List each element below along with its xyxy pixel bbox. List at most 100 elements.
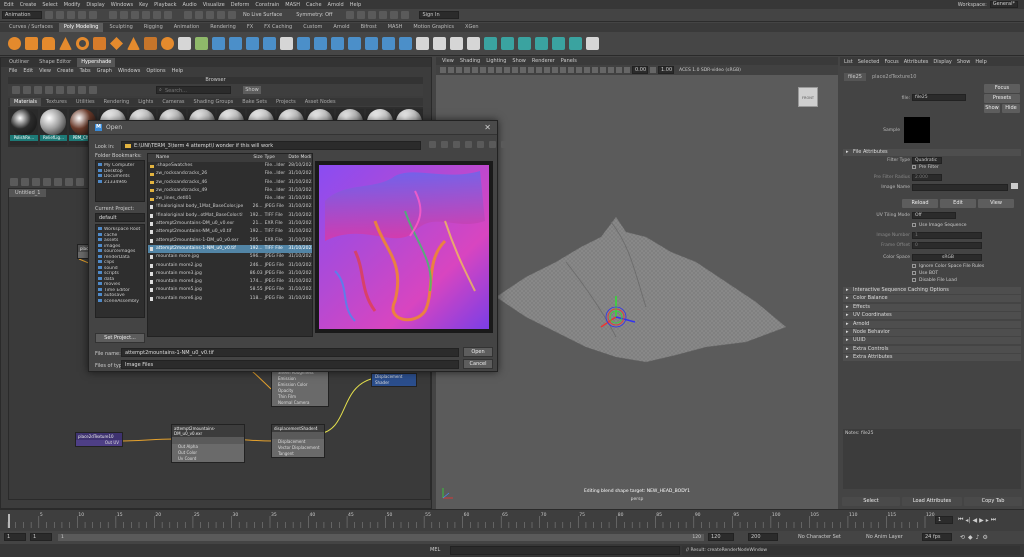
section-uv-coordinates[interactable]: UV Coordinates — [843, 312, 1021, 320]
material-swatch[interactable]: PolishRe... — [10, 109, 38, 145]
ae-menu-focus[interactable]: Focus — [884, 59, 898, 65]
file-row[interactable]: !finaloriginal body...otMat_BaseColor.ti… — [148, 212, 312, 220]
copy-tab-button[interactable]: Copy Tab — [964, 497, 1022, 506]
snap-surface-icon[interactable] — [228, 11, 236, 19]
snap-curve-icon[interactable] — [195, 11, 203, 19]
menu-select[interactable]: Select — [42, 2, 57, 8]
character-set-selector[interactable]: No Character Set — [798, 534, 841, 540]
column-header-date-modi[interactable]: Date Modi — [286, 154, 312, 162]
shelf-tab-sculpting[interactable]: Sculpting — [104, 23, 137, 32]
range-start-field[interactable]: 1 — [4, 533, 26, 541]
project-dropdown[interactable]: default — [95, 213, 145, 222]
arnold-render-icon[interactable] — [390, 11, 399, 19]
grid-view-icon[interactable] — [12, 86, 20, 94]
anti-alias-icon[interactable] — [592, 67, 598, 73]
back-icon[interactable] — [429, 141, 436, 148]
ignore-cs-checkbox[interactable] — [912, 264, 916, 268]
pause-render-icon[interactable] — [401, 11, 410, 19]
hs-menu-graph[interactable]: Graph — [97, 68, 112, 74]
checker-icon[interactable] — [586, 37, 599, 50]
pre-filter-checkbox[interactable] — [912, 165, 916, 169]
material-tab-rendering[interactable]: Rendering — [100, 98, 134, 106]
render-frame-icon[interactable] — [346, 11, 355, 19]
play-icon[interactable]: ▶ — [979, 517, 984, 524]
ambient-occlusion-icon[interactable] — [576, 67, 582, 73]
use-bot-checkbox[interactable] — [912, 271, 916, 275]
material-tab-utilities[interactable]: Utilities — [72, 98, 99, 106]
list-view-icon[interactable] — [23, 86, 31, 94]
browser-search-box[interactable]: Search... ⌕ — [156, 86, 231, 94]
film-gate-icon[interactable] — [480, 67, 486, 73]
shelf-tab-bifrost[interactable]: Bifrost — [356, 23, 382, 32]
folder-row[interactable]: zw_lines_detl01 File...lder 31/10/2022 — [148, 195, 312, 203]
gamma-icon[interactable] — [650, 67, 656, 73]
prefs-icon[interactable]: ⚙ — [983, 534, 988, 541]
graph-frame-icon[interactable] — [76, 178, 84, 186]
merge-icon[interactable] — [382, 37, 395, 50]
select-face-icon[interactable] — [164, 11, 172, 19]
safe-title-icon[interactable] — [520, 67, 526, 73]
menu-constrain[interactable]: Constrain — [255, 2, 279, 8]
graph-layout-icon[interactable] — [65, 178, 73, 186]
load-attributes-button[interactable]: Load Attributes — [902, 497, 962, 506]
poly-plane-icon[interactable] — [93, 37, 106, 50]
image-number-field[interactable]: 1 — [912, 232, 982, 239]
edit-button[interactable]: Edit — [940, 199, 976, 208]
shelf-tab-rendering[interactable]: Rendering — [205, 23, 241, 32]
edge-loop-icon[interactable] — [467, 37, 480, 50]
graph-input-icon[interactable] — [21, 178, 29, 186]
shader-node[interactable]: Sheen Roughness Emission Emission Color Opa… — [271, 369, 329, 407]
file-row[interactable]: attempt2mountains-NM_u0_v0.tif 192... TIFF… — [148, 228, 312, 236]
menu-audio[interactable]: Audio — [182, 2, 196, 8]
image-plane-icon[interactable] — [464, 67, 470, 73]
fps-selector[interactable]: 24 fps — [922, 533, 952, 541]
uv-tiling-dropdown[interactable]: Off — [912, 212, 956, 219]
project-folder-item[interactable]: sceneAssembly — [98, 299, 142, 305]
hs-menu-tabs[interactable]: Tabs — [80, 68, 91, 74]
hs-menu-options[interactable]: Options — [146, 68, 165, 74]
menu-modify[interactable]: Modify — [64, 2, 81, 8]
large-icon-icon[interactable] — [45, 86, 53, 94]
show-button[interactable]: Show — [243, 86, 261, 94]
graph-output-icon[interactable] — [32, 178, 40, 186]
file-type-dropdown[interactable]: Image Files — [121, 360, 459, 369]
graph-rearrange-icon[interactable] — [54, 178, 62, 186]
graph-input-output-icon[interactable] — [10, 178, 18, 186]
file-row[interactable]: mountain more6.jpg 118... JPEG File 31/10/2… — [148, 295, 312, 303]
tab-hypershade[interactable]: Hypershade — [77, 58, 116, 67]
no-live-surface[interactable]: No Live Surface — [243, 12, 282, 18]
render-settings-icon[interactable] — [368, 11, 377, 19]
bevel-icon[interactable] — [331, 37, 344, 50]
column-header-type[interactable]: Type — [263, 154, 287, 162]
poly-platonic-icon[interactable] — [127, 37, 140, 50]
list-view-icon[interactable] — [477, 141, 484, 148]
workspace-value[interactable]: General* — [989, 1, 1018, 8]
ae-menu-list[interactable]: List — [844, 59, 853, 65]
menu-deform[interactable]: Deform — [231, 2, 250, 8]
filter-type-dropdown[interactable]: Quadratic — [912, 157, 942, 164]
menu-windows[interactable]: Windows — [111, 2, 133, 8]
notes-area[interactable]: Notes: file25 — [843, 429, 1021, 489]
cut-uv-icon[interactable] — [569, 37, 582, 50]
node-port-uv-coord[interactable]: Uv Coord — [172, 456, 244, 462]
project-folder-item[interactable]: Workspace Root — [98, 227, 142, 233]
symmetry-setting[interactable]: Symmetry: Off — [296, 12, 332, 18]
poly-sphere-icon[interactable] — [8, 37, 21, 50]
file-row[interactable]: mountain more2.jpg 246... JPEG File 31/10/2… — [148, 262, 312, 270]
ae-menu-display[interactable]: Display — [933, 59, 951, 65]
show-button-ae[interactable]: Show — [984, 104, 1000, 113]
append-icon[interactable] — [348, 37, 361, 50]
section-interactive-sequence-caching-options[interactable]: Interactive Sequence Caching Options — [843, 287, 1021, 294]
section-uuid[interactable]: UUID — [843, 337, 1021, 345]
menu-key[interactable]: Key — [139, 2, 148, 8]
quad-draw-icon[interactable] — [450, 37, 463, 50]
material-swatch[interactable]: ReliefLig... — [39, 109, 68, 145]
textured-icon[interactable] — [552, 67, 558, 73]
displacement-node[interactable]: displacementShader4 Displacement Vector D… — [271, 424, 325, 458]
bookmark-icon[interactable] — [456, 67, 462, 73]
new-folder-icon[interactable] — [465, 141, 472, 148]
hs-menu-view[interactable]: View — [39, 68, 51, 74]
isolate-select-icon[interactable] — [600, 67, 606, 73]
ae-menu-help[interactable]: Help — [975, 59, 986, 65]
bridge-icon[interactable] — [314, 37, 327, 50]
